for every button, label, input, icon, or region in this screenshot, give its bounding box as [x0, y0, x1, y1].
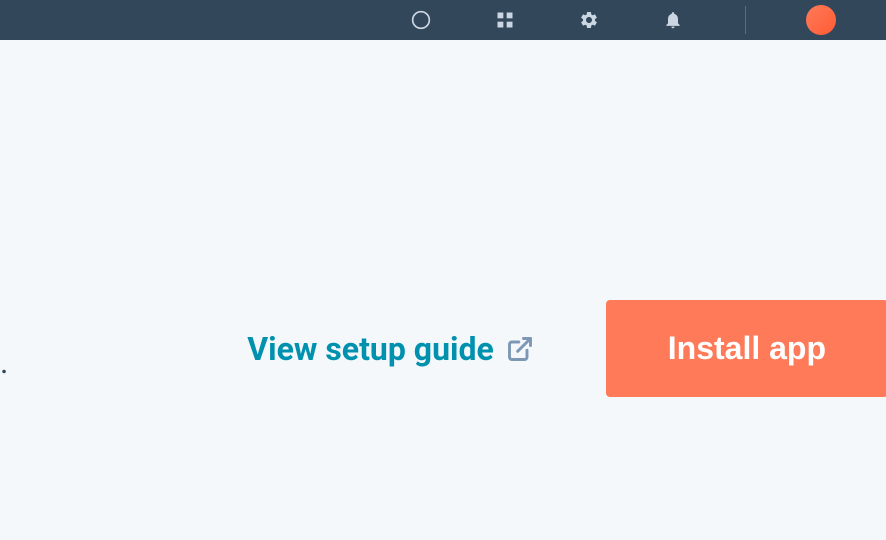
setup-guide-label: View setup guide: [247, 330, 494, 368]
view-setup-guide-link[interactable]: View setup guide: [247, 330, 534, 368]
main-content: . View setup guide Install app: [0, 40, 886, 540]
actions-row: View setup guide Install app: [0, 300, 886, 397]
nav-gear-icon[interactable]: [577, 8, 601, 32]
nav-bell-icon[interactable]: [661, 8, 685, 32]
install-app-button[interactable]: Install app: [606, 300, 886, 397]
top-nav: [0, 0, 886, 40]
nav-grid-icon[interactable]: [493, 8, 517, 32]
user-avatar[interactable]: [806, 5, 836, 35]
external-link-icon: [506, 335, 534, 363]
nav-icon-placeholder[interactable]: [409, 8, 433, 32]
nav-divider: [745, 6, 746, 34]
